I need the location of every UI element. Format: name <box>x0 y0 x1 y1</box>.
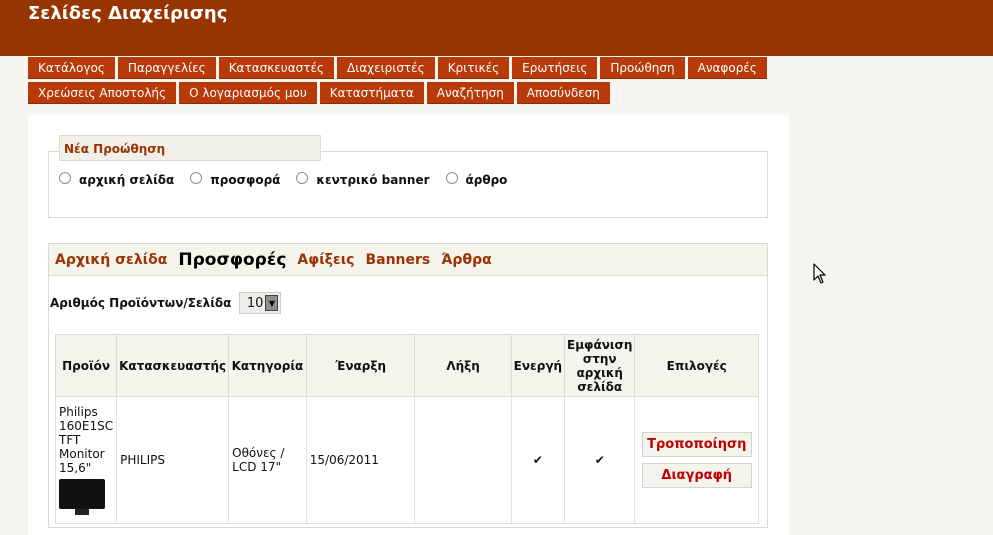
cell-start: 15/06/2011 <box>305 396 416 524</box>
radio-button[interactable] <box>190 172 203 184</box>
cell-homepage: ✔ <box>564 396 636 524</box>
nav-item-shipping-charges[interactable]: Χρεώσεις Αποστολής <box>28 82 177 104</box>
per-page-value: 10 <box>246 295 264 311</box>
nav-item-reports[interactable]: Αναφορές <box>687 57 767 79</box>
cell-active: ✔ <box>510 396 566 524</box>
tab-banners[interactable]: Banners <box>365 252 430 268</box>
nav-item-my-account[interactable]: Ο λογαριασμός μου <box>179 82 317 104</box>
per-page-label: Αριθμός Προϊόντων/Σελίδα <box>50 296 232 310</box>
promotion-type-options: αρχική σελίδα προσφορά κεντρικό banner ά… <box>59 172 523 187</box>
radio-button[interactable] <box>445 172 458 184</box>
nav-item-manufacturers[interactable]: Κατασκευαστές <box>218 57 334 79</box>
cell-options: Τροποποίηση Διαγραφή <box>634 396 759 524</box>
col-category: Κατηγορία <box>228 334 307 397</box>
option-main-banner[interactable]: κεντρικό banner <box>296 172 430 187</box>
radio-button[interactable] <box>59 172 71 184</box>
main-nav-row-2: Χρεώσεις Αποστολής Ο λογαριασμός μου Κατ… <box>28 82 613 104</box>
col-active: Ενεργή <box>510 334 566 397</box>
content-panel: Νέα Προώθηση αρχική σελίδα προσφορά κεντ… <box>28 115 789 535</box>
cell-end <box>414 396 512 524</box>
new-promotion-title: Νέα Προώθηση <box>59 135 321 161</box>
tab-offers[interactable]: Προσφορές <box>178 250 286 270</box>
page-title: Σελίδες Διαχείρισης <box>28 3 228 24</box>
tab-homepage[interactable]: Αρχική σελίδα <box>55 252 167 268</box>
chevron-down-icon[interactable]: ▼ <box>265 295 279 311</box>
col-end: Λήξη <box>414 334 512 397</box>
col-homepage: Εμφάνιση στην αρχική σελίδα <box>564 334 636 397</box>
option-label: άρθρο <box>465 173 508 187</box>
table-header-row: Προϊόν Κατασκευαστής Κατηγορία Έναρξη Λή… <box>54 334 759 397</box>
cell-manufacturer: PHILIPS <box>116 396 230 524</box>
radio-button[interactable] <box>296 172 309 184</box>
edit-button[interactable]: Τροποποίηση <box>641 432 752 457</box>
option-label: προσφορά <box>210 173 281 187</box>
nav-item-catalog[interactable]: Κατάλογος <box>28 57 115 79</box>
nav-item-search[interactable]: Αναζήτηση <box>426 82 514 104</box>
option-label: αρχική σελίδα <box>79 173 175 187</box>
tab-articles[interactable]: Άρθρα <box>441 252 491 268</box>
option-offer[interactable]: προσφορά <box>190 172 281 187</box>
option-homepage[interactable]: αρχική σελίδα <box>59 172 175 187</box>
product-name: Philips 160E1SC TFT Monitor 15,6" <box>59 405 114 475</box>
nav-item-orders[interactable]: Παραγγελίες <box>117 57 216 79</box>
header-bar: Σελίδες Διαχείρισης <box>0 0 993 56</box>
monitor-icon[interactable] <box>59 479 105 515</box>
col-manufacturer: Κατασκευαστής <box>116 334 230 397</box>
col-product: Προϊόν <box>54 334 118 397</box>
per-page-select[interactable]: 10 ▼ <box>239 292 282 314</box>
col-start: Έναρξη <box>305 334 416 397</box>
promotions-listing: Αρχική σελίδα Προσφορές Αφίξεις Banners … <box>48 243 768 528</box>
promotion-tabs: Αρχική σελίδα Προσφορές Αφίξεις Banners … <box>49 244 767 276</box>
promotions-table: Προϊόν Κατασκευαστής Κατηγορία Έναρξη Λή… <box>54 334 759 524</box>
option-label: κεντρικό banner <box>316 173 430 187</box>
cell-category: Οθόνες / LCD 17" <box>228 396 307 524</box>
table-row: Philips 160E1SC TFT Monitor 15,6" PHILIP… <box>54 396 759 524</box>
nav-item-stores[interactable]: Καταστήματα <box>319 82 424 104</box>
nav-item-administrators[interactable]: Διαχειριστές <box>336 57 435 79</box>
nav-item-reviews[interactable]: Κριτικές <box>437 57 510 79</box>
option-article[interactable]: άρθρο <box>445 172 508 187</box>
per-page-control: Αριθμός Προϊόντων/Σελίδα 10 ▼ <box>50 292 282 314</box>
nav-item-logout[interactable]: Αποσύνδεση <box>516 82 610 104</box>
col-options: Επιλογές <box>634 334 759 397</box>
tab-arrivals[interactable]: Αφίξεις <box>297 252 354 268</box>
mouse-pointer-icon <box>813 263 826 284</box>
nav-item-promotion[interactable]: Προώθηση <box>600 57 685 79</box>
cell-product: Philips 160E1SC TFT Monitor 15,6" <box>54 396 118 524</box>
nav-item-questions[interactable]: Ερωτήσεις <box>512 57 598 79</box>
delete-button[interactable]: Διαγραφή <box>641 463 752 488</box>
main-nav-row-1: Κατάλογος Παραγγελίες Κατασκευαστές Διαχ… <box>28 57 770 79</box>
